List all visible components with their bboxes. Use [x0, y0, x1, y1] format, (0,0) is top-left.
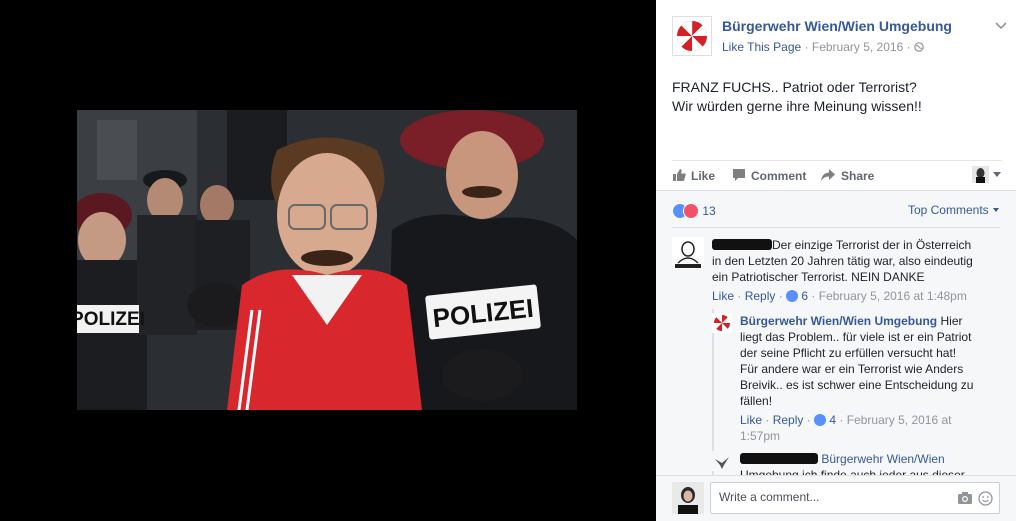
reply-text: der seine Pflicht zu erfüllen versucht h… [740, 346, 957, 360]
post-message: FRANZ FUCHS.. Patriot oder Terrorist? Wi… [672, 78, 1002, 116]
commenter-avatar-icon [672, 237, 704, 269]
reply-body: Bürgerwehr Wien/Wien Umgebung Hier liegt… [740, 313, 1002, 444]
reply-author[interactable]: Bürgerwehr Wien/Wien Umgebung [740, 314, 937, 328]
comment-text: Der einzige Terrorist der in Österreich [772, 238, 972, 252]
reply-text: Umgebung ich finde auch jeder aus dieser [740, 468, 965, 475]
reply-like-count[interactable]: 4 [829, 413, 836, 427]
like-count-icon [786, 290, 799, 302]
umbrella-logo-icon [713, 314, 731, 332]
post-text-line: FRANZ FUCHS.. Patriot oder Terrorist? [672, 79, 917, 95]
photo-illustration: POLIZEI POLIZEI [77, 110, 577, 410]
like-count-icon [814, 414, 827, 426]
post-photo[interactable]: POLIZEI POLIZEI [77, 110, 577, 410]
comment-text: in den Letzten 20 Jahren tätig war, also… [712, 254, 973, 268]
redacted-author-name[interactable] [712, 239, 772, 250]
actor-avatar-icon [972, 166, 1001, 183]
comment-like-count[interactable]: 6 [801, 289, 808, 303]
reply-text: Breivik.. es ist schwer eine Entscheidun… [740, 378, 974, 392]
like-page-link[interactable]: Like This Page [722, 40, 801, 54]
commenter-avatar[interactable] [672, 237, 704, 269]
thumbs-up-icon [673, 169, 686, 181]
umbrella-logo-icon [676, 20, 708, 52]
post-date[interactable]: February 5, 2016 [812, 40, 903, 54]
reactions-summary[interactable]: 13 [672, 203, 716, 219]
reply-meta: Like · Reply · 4 · February 5, 2016 at [740, 413, 952, 427]
page-avatar[interactable] [672, 16, 712, 56]
divider [672, 227, 1000, 228]
share-icon [821, 169, 835, 181]
reaction-count: 13 [702, 204, 716, 218]
reply-text: Hier [940, 314, 963, 328]
current-user-avatar [672, 482, 704, 514]
share-button[interactable]: Share [820, 168, 874, 183]
comment-meta: Like · Reply · 6 · February 5, 2016 at 1… [712, 289, 967, 303]
comment-text: ein Patriotischer Terrorist. NEIN DANKE [712, 270, 925, 284]
comments-section: 13 Top Comments Der einzige Terrorist de… [656, 190, 1016, 475]
comment-like-link[interactable]: Like [712, 289, 734, 303]
comment-button[interactable]: Comment [732, 168, 806, 183]
post-actions: Like Comment Share [672, 160, 1002, 190]
photo-viewer: POLIZEI POLIZEI [0, 0, 656, 521]
reply-like-link[interactable]: Like [740, 413, 762, 427]
reply-time[interactable]: February 5, 2016 at [847, 413, 952, 427]
reply-body: Bürgerwehr Wien/Wien Umgebung ich finde … [740, 451, 1002, 475]
comment-composer [656, 475, 1016, 521]
caret-down-icon [993, 208, 999, 212]
bird-avatar-icon [712, 451, 732, 471]
post-side-panel: Bürgerwehr Wien/Wien Umgebung Like This … [656, 0, 1016, 521]
comment-input[interactable] [719, 490, 939, 504]
comment-label: Comment [751, 169, 807, 183]
post-text-line: Wir würden gerne ihre Meinung wissen!! [672, 98, 922, 114]
mention-link[interactable]: Bürgerwehr Wien/Wien [821, 452, 944, 466]
commenter-avatar[interactable] [712, 451, 732, 471]
share-label: Share [841, 169, 875, 183]
actor-selector[interactable] [972, 165, 1002, 185]
meta-separator: · [804, 40, 809, 54]
reply-time-continued[interactable]: 1:57pm [740, 428, 1002, 444]
reply-text: liegt das Problem.. für viele ist er ein… [740, 330, 972, 344]
post-meta: Like This Page · February 5, 2016 · [722, 40, 924, 54]
post-header: Bürgerwehr Wien/Wien Umgebung Like This … [672, 16, 1007, 60]
top-comments-label: Top Comments [907, 203, 989, 217]
comment-reply-link[interactable]: Reply [745, 289, 776, 303]
emoji-icon[interactable] [978, 491, 993, 506]
user-avatar-icon [672, 482, 704, 514]
top-comments-dropdown[interactable]: Top Comments [908, 203, 1000, 217]
love-reaction-icon [683, 203, 699, 219]
camera-icon[interactable] [957, 491, 973, 505]
comment-body: Der einzige Terrorist der in Österreich … [712, 237, 1002, 304]
comment-time[interactable]: February 5, 2016 at 1:48pm [819, 289, 967, 303]
reply-text: fällen! [740, 394, 773, 408]
meta-separator: · [906, 40, 911, 54]
chevron-down-icon[interactable] [994, 18, 1008, 32]
reply-reply-link[interactable]: Reply [773, 413, 804, 427]
like-label: Like [691, 169, 716, 183]
comment-icon [733, 169, 745, 181]
vest-label-left: POLIZEI [77, 309, 145, 330]
page-reply-avatar[interactable] [712, 313, 732, 333]
reply-text: Für andere war er ein Terrorist wie Ande… [740, 362, 964, 376]
like-button[interactable]: Like [672, 168, 715, 183]
page-name-link[interactable]: Bürgerwehr Wien/Wien Umgebung [722, 18, 952, 34]
comment-input-box[interactable] [710, 482, 1000, 514]
globe-icon [914, 42, 924, 52]
redacted-author-name[interactable] [740, 453, 818, 464]
